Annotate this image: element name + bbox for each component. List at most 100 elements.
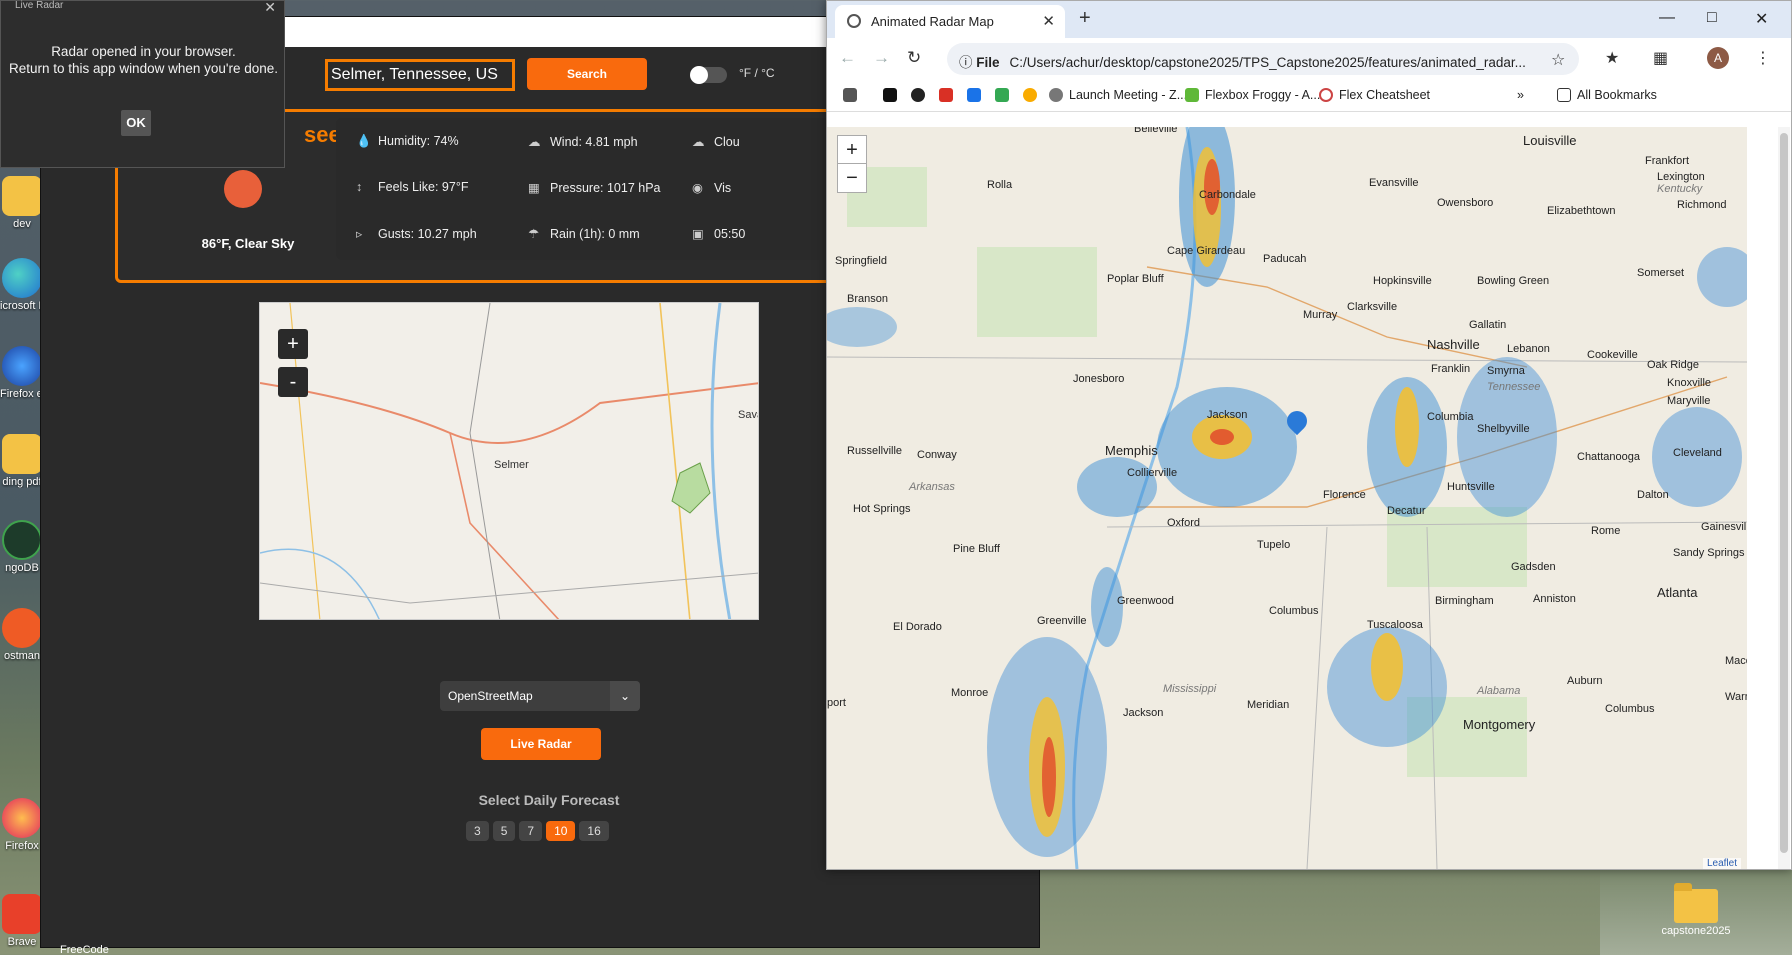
info-icon: ⓘ	[959, 55, 977, 70]
desktop-folder-capstone2025[interactable]: capstone2025	[1656, 883, 1736, 937]
map-zoom-out-button[interactable]: -	[278, 367, 308, 397]
bookmark-icon[interactable]	[967, 88, 981, 102]
temperature-summary: 86°F, Clear Sky	[201, 236, 295, 251]
forecast-day-16[interactable]: 16	[579, 821, 609, 841]
desktop-icon-label: Firefox	[5, 840, 39, 852]
maximize-icon[interactable]: □	[1707, 9, 1717, 27]
forecast-day-3[interactable]: 3	[466, 821, 489, 841]
city-label: Pine Bluff	[953, 543, 1000, 555]
city-label: Smyrna	[1487, 365, 1525, 377]
github-icon[interactable]	[911, 88, 925, 102]
unit-toggle-label: °F / °C	[739, 66, 775, 80]
forecast-day-10[interactable]: 10	[546, 821, 576, 841]
menu-icon[interactable]: ⋮	[1755, 48, 1771, 68]
desktop-icon-edge[interactable]: icrosoft Edge	[0, 258, 44, 312]
bookmark-launch-meeting[interactable]: Launch Meeting - Z...	[1069, 88, 1187, 102]
media-icon[interactable]: ▦	[1653, 48, 1668, 68]
more-bookmarks-icon[interactable]: »	[1517, 88, 1524, 102]
back-icon[interactable]: ←	[839, 48, 856, 68]
minimize-icon[interactable]: —	[1659, 9, 1675, 27]
desktop-icon-firefox[interactable]: Firefox	[0, 798, 44, 852]
desktop-icon-pdf-folder[interactable]: ding pdf	[0, 434, 44, 488]
city-label: Tupelo	[1257, 539, 1291, 551]
city-label: Florence	[1323, 489, 1366, 501]
apps-grid-icon[interactable]	[843, 88, 857, 102]
map-label-sava: Sava	[738, 409, 758, 421]
visibility-text: Vis	[714, 181, 732, 195]
bookmark-icon[interactable]	[995, 88, 1009, 102]
unit-toggle[interactable]	[690, 66, 727, 84]
desktop-icon-label: dev	[13, 218, 31, 230]
frog-icon	[1185, 88, 1199, 102]
desktop-icon-postman[interactable]: ostman	[0, 608, 44, 662]
desktop-icon-mongodb[interactable]: ngoDB	[0, 520, 44, 574]
toggle-knob	[690, 66, 708, 84]
url-scheme: File	[976, 55, 1000, 70]
state-label: Arkansas	[909, 481, 955, 493]
location-search-input[interactable]: Selmer, Tennessee, US	[325, 59, 515, 91]
bookmark-icon[interactable]	[1023, 88, 1037, 102]
desktop-icon-label: ngoDB	[5, 562, 39, 574]
animated-radar-map[interactable]: + − Belleville Louisville Frankfort Lexi…	[827, 127, 1747, 869]
wind-text: Wind: 4.81 mph	[550, 135, 638, 149]
address-bar[interactable]: ⓘ File C:/Users/achur/desktop/capstone202…	[947, 43, 1579, 75]
city-label: Franklin	[1431, 363, 1471, 375]
city-label: Hot Springs	[853, 503, 911, 515]
desktop-icon-firefox-dev[interactable]: Firefox evelop...	[0, 346, 44, 400]
radar-zoom-in-button[interactable]: +	[837, 135, 867, 165]
state-label: Kentucky	[1657, 183, 1703, 195]
bookmark-flex-cheatsheet[interactable]: Flex Cheatsheet	[1339, 88, 1430, 102]
forecast-day-5[interactable]: 5	[492, 821, 516, 841]
city-label: Sandy Springs	[1673, 547, 1745, 559]
bookmark-icon[interactable]	[883, 88, 897, 102]
star-icon[interactable]: ☆	[1551, 50, 1565, 70]
city-label: Bowling Green	[1477, 275, 1550, 287]
profile-avatar[interactable]: A	[1707, 47, 1729, 69]
dialog-ok-button[interactable]: OK	[121, 110, 151, 136]
city-label: Louisville	[1523, 133, 1577, 148]
location-map[interactable]: + - Selmer Sava	[259, 302, 759, 620]
city-label: Atlanta	[1657, 585, 1698, 600]
gust-icon: ▹	[356, 227, 363, 241]
dialog-message-line: Return to this app window when you're do…	[9, 61, 278, 76]
folder-icon	[2, 434, 42, 474]
all-bookmarks[interactable]: All Bookmarks	[1577, 88, 1657, 102]
forecast-day-7[interactable]: 7	[519, 821, 543, 841]
city-label: Jackson	[1123, 707, 1164, 719]
city-label: Chattanooga	[1577, 451, 1640, 463]
close-icon[interactable]: ✕	[264, 0, 276, 16]
close-tab-icon[interactable]: ✕	[1042, 12, 1055, 30]
city-label: Elizabethtown	[1547, 205, 1616, 217]
desktop-icon-brave[interactable]: Brave	[0, 894, 44, 948]
reload-icon[interactable]: ↻	[907, 48, 921, 68]
close-window-icon[interactable]: ✕	[1755, 9, 1768, 29]
new-tab-icon[interactable]: +	[1079, 7, 1091, 30]
scrollbar-thumb[interactable]	[1780, 133, 1788, 853]
city-label: Branson	[847, 293, 888, 305]
map-zoom-in-button[interactable]: +	[278, 329, 308, 359]
city-label: Jackson	[1207, 409, 1248, 421]
forward-icon[interactable]: →	[873, 48, 890, 68]
desktop-icon-dev[interactable]: dev	[0, 176, 44, 230]
tab-animated-radar-map[interactable]: Animated Radar Map ✕	[835, 5, 1065, 38]
extensions-icon[interactable]: ★	[1605, 48, 1619, 68]
clock-icon: ▣	[692, 227, 704, 241]
live-radar-dialog: Live Radar ✕ Radar opened in your browse…	[0, 0, 285, 168]
desktop-icon-label: ostman	[3, 650, 41, 662]
live-radar-button[interactable]: Live Radar	[481, 728, 601, 760]
map-attribution[interactable]: Leaflet	[1702, 858, 1741, 869]
humidity-stat: 💧 Humidity: 74%	[356, 134, 459, 149]
city-label: Frankfort	[1645, 155, 1690, 167]
search-button[interactable]: Search	[527, 58, 647, 90]
map-layer-select[interactable]: OpenStreetMap ⌄	[440, 681, 640, 711]
radar-zoom-out-button[interactable]: −	[837, 163, 867, 193]
desktop-icon-label: Firefox evelop...	[0, 388, 44, 400]
page-scrollbar[interactable]	[1778, 127, 1790, 869]
city-label: Conway	[917, 449, 957, 461]
forecast-day-selector: 3 5 7 10 16	[466, 821, 613, 841]
bookmark-flexbox-froggy[interactable]: Flexbox Froggy - A...	[1205, 88, 1320, 102]
city-label: Hopkinsville	[1373, 275, 1432, 287]
city-label: Lexington	[1657, 171, 1705, 183]
gmail-icon[interactable]	[939, 88, 953, 102]
feels-like-text: Feels Like: 97°F	[378, 180, 469, 194]
